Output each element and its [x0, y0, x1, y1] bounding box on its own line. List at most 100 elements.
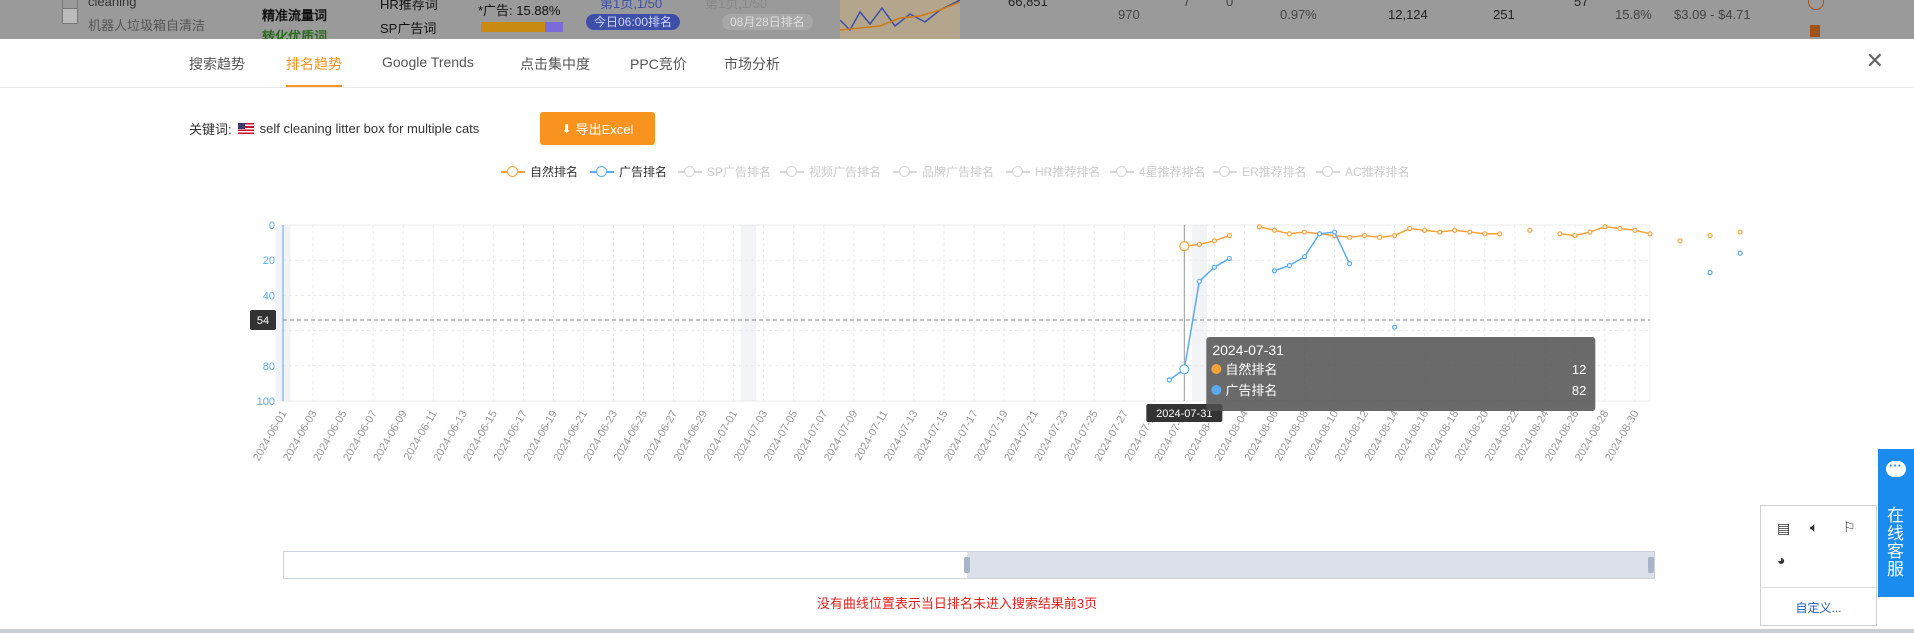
data-point	[1301, 254, 1308, 260]
bg-tag-hr: HR推荐词	[380, 0, 438, 12]
rank-trend-chart[interactable]: 2024-06-012024-06-032024-06-052024-06-07…	[0, 39, 1914, 549]
avatar-icon[interactable]: ◕	[1777, 552, 1785, 568]
data-point	[1361, 232, 1368, 239]
data-point	[1407, 225, 1413, 232]
taskbar	[0, 629, 1914, 633]
crosshair-y-label: 54	[257, 315, 269, 327]
bg-badge-today: 今日06:00排名	[586, 14, 681, 30]
bg-badge-date: 08月28日排名	[722, 14, 813, 30]
data-point	[1179, 364, 1190, 375]
data-point	[1467, 229, 1473, 235]
data-point	[1482, 231, 1488, 237]
bg-row-subtitle: 机器人垃圾箱自清洁	[88, 18, 206, 33]
translate-icon[interactable]: ▤	[1777, 520, 1790, 537]
data-point	[1602, 224, 1608, 230]
chart-footnote: 没有曲线位置表示当日排名未进入搜索结果前3页	[816, 596, 1098, 611]
bg-rank-text: 第1页,1/50	[600, 0, 663, 11]
data-point	[1196, 278, 1202, 284]
bg-price-range: $3.09 - $4.71	[1674, 7, 1751, 22]
data-point	[1226, 232, 1232, 239]
customize-link[interactable]: 自定义...	[1761, 599, 1876, 616]
chat-bubble-icon	[1886, 458, 1906, 477]
data-point	[1211, 264, 1217, 270]
tooltip-date: 2024-07-31	[1212, 342, 1284, 358]
slider-right-handle[interactable]	[1648, 557, 1654, 573]
y-tick-label: 100	[257, 396, 275, 408]
data-point	[1737, 229, 1743, 235]
bg-share-bar	[481, 22, 563, 32]
speaker-icon[interactable]: 🔈︎	[1810, 519, 1818, 536]
data-point	[1316, 231, 1323, 237]
data-point	[1632, 227, 1638, 233]
shaded-day-band	[741, 225, 757, 401]
data-point	[1226, 255, 1232, 262]
data-point	[1179, 241, 1190, 252]
crosshair-x-label: 2024-07-31	[1156, 408, 1212, 420]
row-checkbox-2[interactable]	[62, 8, 78, 24]
background-table-row: cleaning 机器人垃圾箱自清洁 精准流量词 转化优质词 HR推荐词 SP广…	[0, 0, 1914, 44]
data-point	[1346, 234, 1353, 240]
bg-num-3: 7	[1183, 0, 1191, 9]
flag-icon[interactable]: ⚐	[1843, 519, 1856, 536]
bg-num-8: 57	[1574, 0, 1589, 9]
data-point	[1256, 224, 1263, 230]
bg-num-9: 15.8%	[1615, 7, 1652, 22]
data-point	[1707, 269, 1713, 276]
bg-tag-sp: SP广告词	[380, 21, 437, 36]
bg-num-7: 251	[1493, 7, 1515, 22]
online-service-widget[interactable]: 在线客服	[1878, 449, 1914, 597]
slider-selected-range[interactable]	[967, 552, 1654, 578]
data-point	[1346, 261, 1353, 267]
tooltip-marker-icon	[1211, 385, 1222, 395]
bg-num-4: 0	[1226, 0, 1234, 9]
data-point	[1437, 229, 1443, 235]
tooltip-series-value: 82	[1572, 383, 1586, 398]
rank-trend-modal: 搜索趋势 排名趋势 Google Trends 点击集中度 PPC竞价 市场分析…	[0, 39, 1914, 629]
series-organic-rank	[1179, 224, 1743, 252]
data-point	[1211, 238, 1217, 244]
online-service-label: 在线客服	[1887, 506, 1904, 579]
data-point	[1587, 229, 1593, 235]
data-point	[1196, 241, 1202, 247]
slider-left-handle[interactable]	[964, 557, 970, 573]
bg-num-1: 66,851	[1008, 0, 1048, 9]
bg-rank-text-2: 第1页,1/50	[705, 0, 768, 11]
data-point	[1677, 238, 1683, 244]
series-line-segment	[1274, 231, 1351, 272]
data-point	[1301, 229, 1308, 235]
y-tick-label: 0	[269, 220, 275, 232]
data-point	[1572, 232, 1578, 239]
bg-num-5: 0.97%	[1280, 7, 1317, 22]
data-point	[1497, 231, 1503, 237]
tooltip-series-value: 12	[1572, 362, 1586, 377]
data-point	[1271, 227, 1278, 233]
bg-num-2: 970	[1118, 7, 1140, 22]
trash-icon[interactable]	[1810, 25, 1820, 37]
bg-sparkline	[840, 0, 960, 39]
bg-ad-share: *广告: 15.88%	[478, 3, 561, 18]
data-point	[1557, 231, 1563, 237]
y-tick-label: 20	[263, 255, 275, 267]
bg-num-6: 12,124	[1388, 7, 1428, 22]
tooltip-series-name: 自然排名	[1225, 362, 1277, 377]
y-tick-label: 40	[263, 290, 275, 302]
more-icon[interactable]	[1808, 0, 1824, 10]
data-point	[1392, 324, 1398, 330]
bg-tag-precise: 精准流量词	[262, 8, 328, 23]
data-point	[1647, 231, 1653, 237]
date-range-slider[interactable]	[283, 551, 1655, 579]
data-point	[1527, 227, 1533, 233]
data-point	[1377, 234, 1383, 240]
y-tick-label: 80	[263, 361, 275, 373]
data-point	[1617, 225, 1623, 232]
data-point	[1271, 268, 1278, 274]
data-point	[1286, 231, 1293, 237]
data-point	[1422, 227, 1428, 233]
data-point	[1392, 232, 1398, 239]
tool-popup: ▤ 🔈︎ ⚐ ◕ 自定义...	[1760, 505, 1877, 626]
data-point	[1452, 227, 1458, 233]
tooltip-series-name: 广告排名	[1225, 383, 1277, 398]
data-point	[1737, 250, 1743, 256]
popup-divider	[1761, 587, 1876, 588]
tooltip-marker-icon	[1211, 364, 1222, 374]
